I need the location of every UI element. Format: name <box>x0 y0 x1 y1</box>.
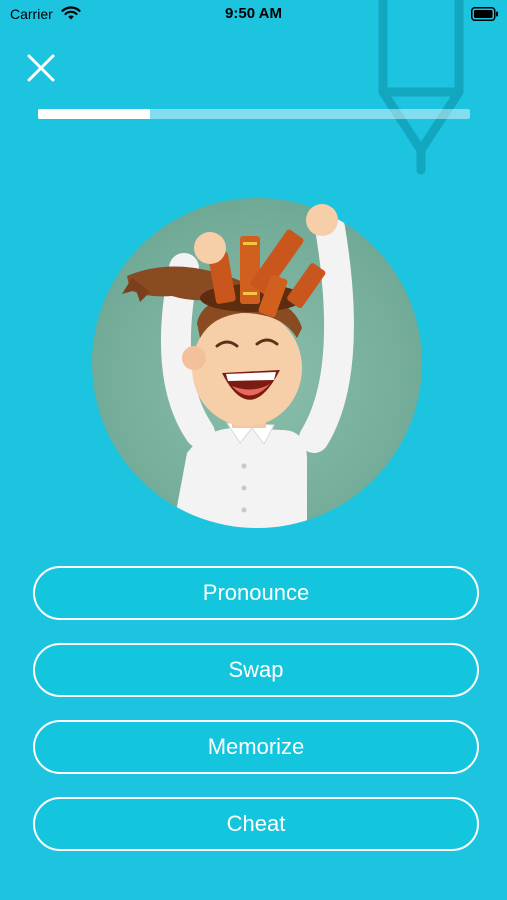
pronounce-button[interactable]: Pronounce <box>33 566 479 620</box>
brain-books-illustration <box>92 198 422 528</box>
progress-fill <box>38 109 151 119</box>
close-icon[interactable] <box>26 53 56 83</box>
pen-icon <box>378 0 464 175</box>
battery-icon <box>471 7 498 21</box>
swap-label: Swap <box>228 657 284 682</box>
memorize-button[interactable]: Memorize <box>33 720 479 774</box>
cheat-button[interactable]: Cheat <box>33 797 479 851</box>
cheat-label: Cheat <box>226 811 286 836</box>
progress-bar <box>38 109 470 119</box>
memorize-label: Memorize <box>207 734 305 759</box>
pronounce-label: Pronounce <box>202 580 310 605</box>
swap-button[interactable]: Swap <box>33 643 479 697</box>
